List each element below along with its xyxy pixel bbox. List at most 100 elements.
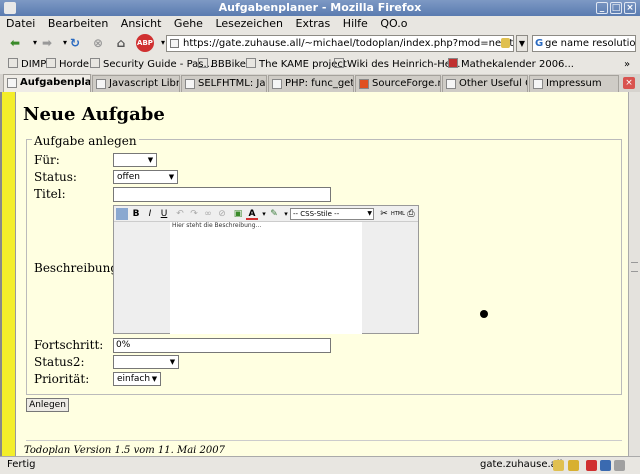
back-arrow-icon[interactable]: ⬅ (6, 34, 24, 52)
redo-icon[interactable]: ↷ (188, 208, 200, 220)
bookmark-mathekalender[interactable]: Mathekalender 2006... (448, 55, 574, 74)
close-tab-icon[interactable]: × (623, 77, 635, 89)
cleanup-icon[interactable]: ✂ (378, 208, 390, 220)
url-dropdown-icon[interactable]: ▼ (516, 35, 528, 52)
chevron-down-icon: ▼ (367, 210, 372, 217)
tab-php[interactable]: PHP: func_get_... (268, 75, 354, 92)
footer-version: Todoplan Version 1.5 vom 11. Mai 2007 (24, 445, 226, 456)
adblock-status-icon[interactable] (586, 460, 597, 471)
label-status2: Status2: (34, 355, 85, 369)
html-icon[interactable]: HTML (391, 208, 405, 220)
editor-placeholder: Hier steht die Beschreibung... (172, 222, 262, 229)
warning-icon[interactable] (568, 460, 579, 471)
status-bar: Fertig gate.zuhause.all (0, 456, 640, 474)
bookmark-kame[interactable]: The KAME project (246, 55, 347, 74)
minimize-icon[interactable]: _ (596, 2, 608, 14)
editor-area[interactable]: Hier steht die Beschreibung... (170, 222, 362, 334)
menu-gehe[interactable]: Gehe (174, 17, 203, 30)
home-icon[interactable]: ⌂ (112, 34, 130, 52)
tab-favicon (533, 79, 543, 89)
monitor-icon[interactable] (600, 460, 611, 471)
window-title: Aufgabenplaner - Mozilla Firefox (218, 1, 422, 14)
menu-qoo[interactable]: QO.o (380, 17, 407, 30)
menu-lesezeichen[interactable]: Lesezeichen (215, 17, 283, 30)
lock-icon[interactable] (501, 38, 510, 48)
tab-impressum[interactable]: Impressum (529, 75, 619, 92)
bookmark-horde[interactable]: Horde (46, 55, 89, 74)
status-select[interactable]: offen ▼ (113, 170, 178, 184)
tab-favicon (96, 79, 106, 89)
undo-icon[interactable]: ↶ (174, 208, 186, 220)
tab-selfhtml[interactable]: SELFHTML: Jav... (181, 75, 267, 92)
titel-input[interactable] (113, 187, 331, 202)
menu-extras[interactable]: Extras (296, 17, 331, 30)
label-fortschritt: Fortschritt: (34, 338, 104, 352)
prioritaet-select[interactable]: einfach ▼ (113, 372, 161, 386)
label-titel: Titel: (34, 187, 66, 201)
bookmark-bbbike[interactable]: BBBike (198, 55, 246, 74)
navigation-toolbar: ⬅ ▾ ➡ ▾ ↻ ⊗ ⌂ ABP ▾ https://gate.zuhause… (0, 31, 640, 55)
menu-bar: Datei Bearbeiten Ansicht Gehe Lesezeiche… (0, 16, 640, 31)
bold-icon[interactable]: B (130, 208, 142, 220)
bookmark-wiki[interactable]: Wiki des Heinrich-He... (334, 55, 460, 74)
underline-icon[interactable]: U (158, 208, 170, 220)
tab-favicon (359, 79, 369, 89)
print-icon[interactable]: ⎙ (405, 208, 417, 220)
scrollbar-thumb[interactable] (631, 262, 638, 272)
highlight-icon[interactable]: ✎ (268, 208, 280, 220)
chevron-down-icon: ▼ (147, 156, 154, 164)
menu-hilfe[interactable]: Hilfe (343, 17, 368, 30)
tab-favicon (7, 78, 17, 88)
anlegen-button[interactable]: Anlegen (26, 398, 69, 412)
menu-ansicht[interactable]: Ansicht (121, 17, 162, 30)
link-icon[interactable]: ∞ (202, 208, 214, 220)
fieldset-legend: Aufgabe anlegen (32, 134, 139, 148)
css-style-select[interactable]: -- CSS-Stile -- ▼ (290, 208, 374, 220)
bookmark-icon (246, 58, 256, 68)
bookmark-icon (46, 58, 56, 68)
vertical-scrollbar[interactable] (628, 92, 640, 456)
tab-aufgabenplaner[interactable]: Aufgabenpla... (3, 74, 91, 92)
fuer-select[interactable]: ▼ (113, 153, 157, 167)
bookmarks-overflow-icon[interactable]: » (624, 55, 630, 74)
bookmark-icon (90, 58, 100, 68)
search-text: ge name resolution (545, 38, 636, 49)
label-beschreibung: Beschreibung: (34, 261, 123, 275)
footer-divider (26, 440, 622, 441)
tab-other-useful[interactable]: Other Useful C... (442, 75, 528, 92)
status2-select[interactable]: ▼ (113, 355, 179, 369)
label-prioritaet: Priorität: (34, 372, 90, 386)
tab-favicon (446, 79, 456, 89)
font-color-icon[interactable]: A (246, 208, 258, 220)
bookmark-icon (8, 58, 18, 68)
lock-icon[interactable] (553, 460, 564, 471)
mouse-cursor-dot (480, 310, 488, 318)
adblock-icon[interactable]: ABP (136, 34, 154, 52)
description-editor: B I U ↶ ↷ ∞ ⊘ ▣ A ▾ ✎ ▾ -- CSS-Stile -- ▼… (113, 205, 419, 334)
source-icon[interactable] (116, 208, 128, 220)
reload-icon[interactable]: ↻ (66, 34, 84, 52)
maximize-icon[interactable]: □ (610, 2, 622, 14)
stop-icon[interactable]: ⊗ (89, 34, 107, 52)
fortschritt-input[interactable]: 0% (113, 338, 331, 353)
forward-arrow-icon[interactable]: ➡ (38, 34, 56, 52)
close-window-icon[interactable]: × (624, 2, 636, 14)
label-status: Status: (34, 170, 77, 184)
image-icon[interactable]: ▣ (232, 208, 244, 220)
tab-javascript-libraries[interactable]: Javascript Libra... (92, 75, 180, 92)
search-engine-icon[interactable]: G (535, 36, 543, 51)
tab-sourceforge[interactable]: SourceForge.n... (355, 75, 441, 92)
url-bar[interactable]: https://gate.zuhause.all/~michael/todopl… (166, 35, 514, 52)
menu-bearbeiten[interactable]: Bearbeiten (48, 17, 108, 30)
search-box[interactable]: G ge name resolution (532, 35, 636, 52)
italic-icon[interactable]: I (144, 208, 156, 220)
bookmark-security-guide[interactable]: Security Guide - Pas... (90, 55, 213, 74)
unlink-icon[interactable]: ⊘ (216, 208, 228, 220)
bookmark-dimp[interactable]: DIMP (8, 55, 46, 74)
chevron-down-icon: ▼ (168, 173, 175, 181)
firefox-icon (4, 2, 16, 14)
bookmark-icon (334, 58, 344, 68)
tab-favicon (185, 79, 195, 89)
url-text: https://gate.zuhause.all/~michael/todopl… (183, 38, 514, 49)
menu-datei[interactable]: Datei (6, 17, 35, 30)
